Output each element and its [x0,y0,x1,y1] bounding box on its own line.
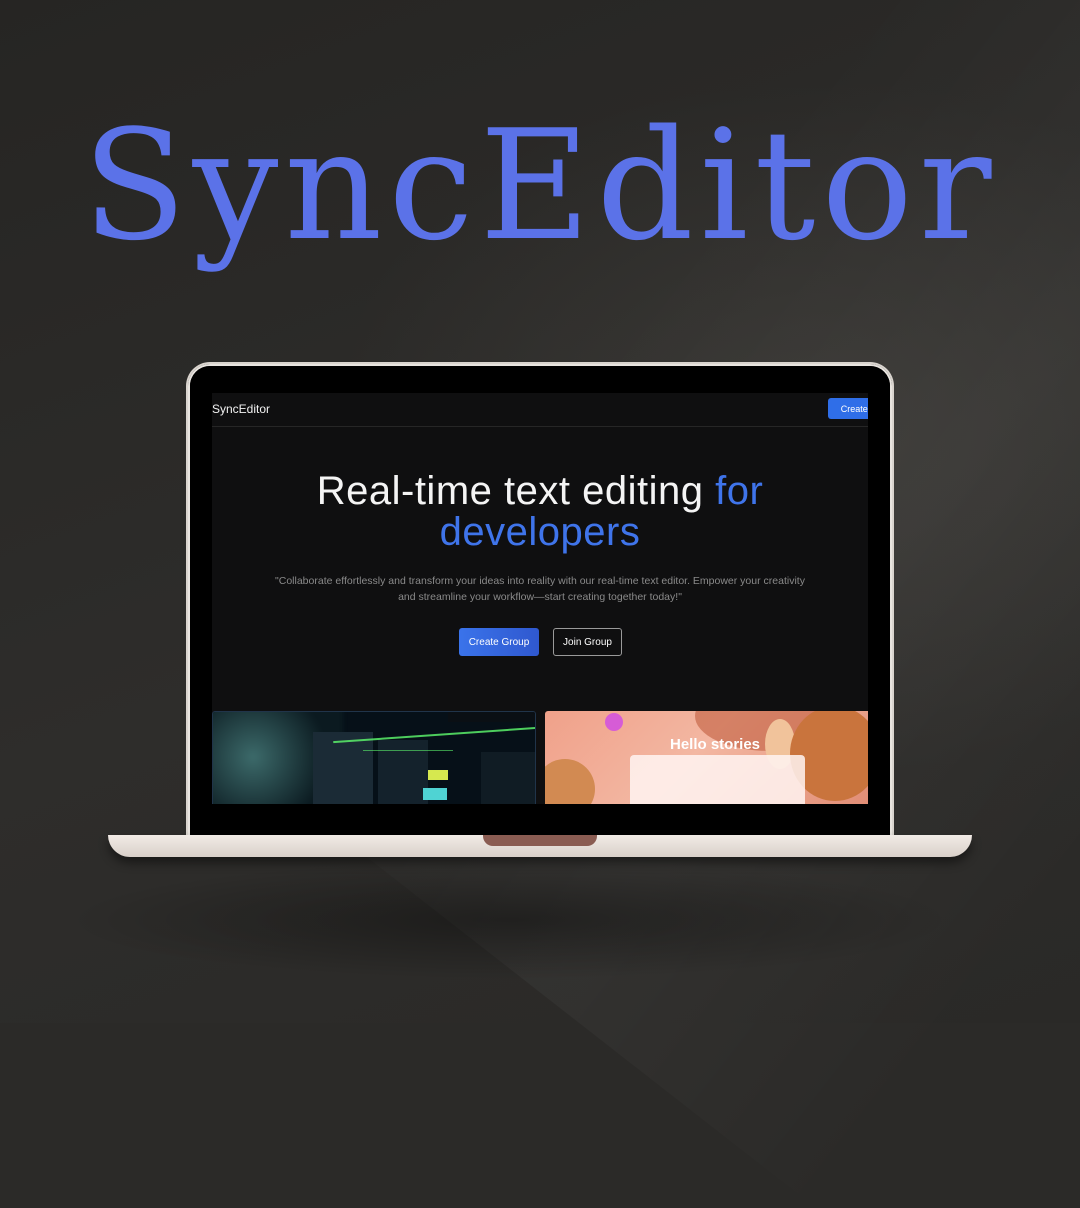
terminal-preview-card[interactable] [212,711,536,804]
terminal-highlight-line [363,750,453,751]
join-group-button[interactable]: Join Group [553,628,622,656]
stories-preview-card[interactable]: Hello stories [545,711,868,804]
hero-heading-line2: developers [439,510,641,554]
terminal-cell [428,770,448,780]
hero-heading-accent: for [715,469,764,513]
nav-create-group-button[interactable]: Create Group [828,398,868,419]
browser-window-illustration [630,755,805,804]
create-group-button[interactable]: Create Group [459,628,539,656]
terminal-header [448,712,535,722]
laptop-shadow [60,860,960,980]
app-screen: SyncEditor Create Group Real-time text e… [212,393,868,804]
nav-logo[interactable]: SyncEditor [212,402,270,416]
navbar: SyncEditor Create Group [212,393,868,427]
hero-heading-line1: Real-time text editing for [212,469,868,514]
candy-illustration [605,713,623,731]
laptop-notch [483,835,597,846]
brand-title: SyncEditor [82,97,998,274]
terminal-panel [481,752,535,804]
bear-ear-illustration [545,759,595,804]
hero-heading-main: Real-time text editing [316,469,716,513]
terminal-panel [313,732,373,804]
stories-caption: Hello stories [670,736,761,753]
hero-quote: "Collaborate effortlessly and transform … [275,575,805,603]
terminal-cell [423,788,447,800]
